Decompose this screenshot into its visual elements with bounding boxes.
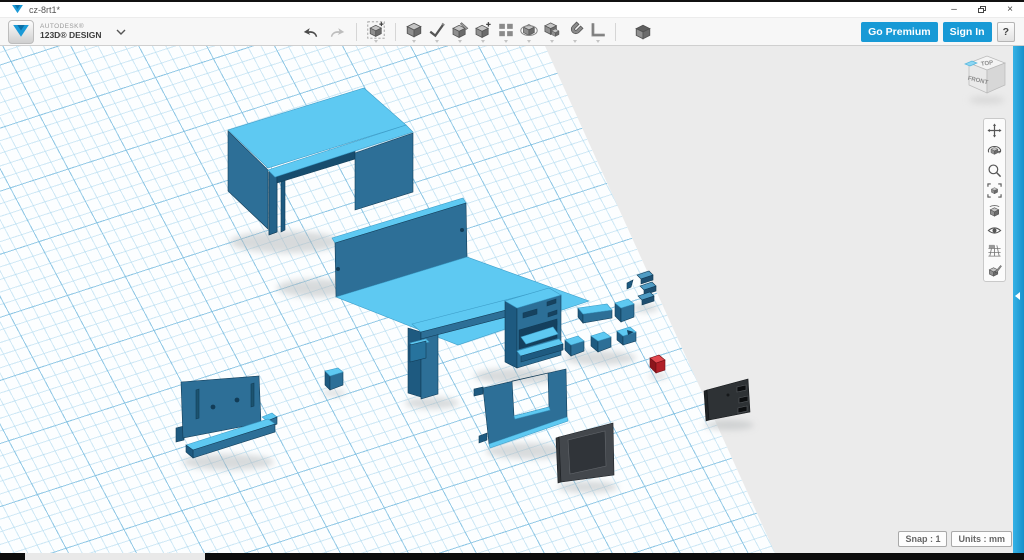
main-toolbar: AUTODESK® 123D® DESIGN: [0, 18, 1024, 46]
redo-button[interactable]: [324, 19, 350, 45]
window-title: cz-8rt1*: [29, 5, 60, 15]
dropdown-caret: [481, 40, 485, 43]
shaded-view-tool[interactable]: [985, 202, 1004, 218]
grid-settings-tool[interactable]: [985, 242, 1004, 258]
side-panel-expander[interactable]: [1013, 46, 1024, 553]
measure-tool[interactable]: [586, 19, 609, 45]
toolbar-separator: [356, 23, 357, 41]
toolbar-separator: [395, 23, 396, 41]
visibility-tool[interactable]: [985, 222, 1004, 238]
minimize-button[interactable]: –: [940, 2, 968, 17]
view-cube[interactable]: TOP FRONT: [965, 56, 1005, 104]
close-button[interactable]: ×: [996, 2, 1024, 17]
dropdown-caret: [412, 40, 416, 43]
sign-in-button[interactable]: Sign In: [943, 22, 992, 42]
undo-arrow-icon: [302, 24, 320, 40]
snap-setting[interactable]: Snap : 1: [898, 531, 947, 547]
app-logo-icon: [12, 5, 23, 14]
units-setting[interactable]: Units : mm: [951, 531, 1012, 547]
part-clip-plates[interactable]: [627, 271, 656, 305]
pattern-grid-icon: [497, 21, 515, 39]
undo-button[interactable]: [298, 19, 324, 45]
snap-magnet-icon: [566, 21, 584, 39]
part-screen-panel[interactable]: [556, 423, 614, 483]
dropdown-caret: [374, 40, 378, 43]
scene: TOP FRONT: [0, 46, 1024, 553]
restore-button[interactable]: [968, 2, 996, 17]
magnifier-icon: [987, 163, 1002, 178]
eye-icon: [987, 223, 1002, 238]
construct-tool[interactable]: [448, 19, 471, 45]
material-cube-icon: [634, 23, 652, 41]
redo-arrow-icon: [328, 24, 346, 40]
measure-ruler-icon: [589, 21, 607, 39]
grouping-cube-orbit-icon: [520, 21, 538, 39]
part-connector-cube-2[interactable]: [617, 327, 636, 345]
snap-tool[interactable]: [563, 19, 586, 45]
dropdown-caret: [596, 40, 600, 43]
modify-tool[interactable]: [471, 19, 494, 45]
modify-cube-plus-icon: [474, 21, 492, 39]
material-tool[interactable]: [630, 19, 656, 45]
sketch-tool[interactable]: [425, 19, 448, 45]
dropdown-caret: [504, 40, 508, 43]
pan-tool[interactable]: [985, 122, 1004, 138]
zoom-tool[interactable]: [985, 162, 1004, 178]
part-connector-bar[interactable]: [578, 304, 612, 323]
dropdown-caret: [458, 40, 462, 43]
titlebar: cz-8rt1* – ×: [0, 2, 1024, 18]
chevron-left-icon: [1015, 292, 1020, 300]
fit-brackets-icon: [987, 183, 1002, 198]
dropdown-caret: [527, 40, 531, 43]
chevron-down-icon: [116, 29, 126, 35]
orbit-icon: [987, 143, 1002, 158]
dropdown-caret: [573, 40, 577, 43]
app-window: cz-8rt1* – × AUTODESK® 123D® DESIGN: [0, 0, 1024, 560]
combine-tool[interactable]: [540, 19, 563, 45]
brand-triangle-icon: [13, 25, 29, 38]
part-small-block[interactable]: [325, 368, 343, 390]
pattern-tool[interactable]: [494, 19, 517, 45]
window-controls: – ×: [940, 2, 1024, 17]
transform-cube-icon: [367, 21, 385, 39]
transform-tool[interactable]: [363, 19, 389, 45]
paintbrush-cube-icon: [987, 263, 1002, 278]
statusbar: Snap : 1 Units : mm: [898, 531, 1012, 547]
grouping-tool[interactable]: [517, 19, 540, 45]
sketch-check-icon: [428, 21, 446, 39]
dropdown-caret: [550, 40, 554, 43]
grid-icon: [987, 243, 1002, 258]
primitives-cube-icon: [405, 21, 423, 39]
part-red-clip[interactable]: [650, 355, 665, 373]
app-logo-badge: [8, 20, 34, 44]
taskbar-segment: [25, 553, 205, 560]
construct-cube-pencil-icon: [451, 21, 469, 39]
orbit-tool[interactable]: [985, 142, 1004, 158]
shading-cube-icon: [987, 203, 1002, 218]
brand-text: AUTODESK® 123D® DESIGN: [40, 24, 102, 40]
taskbar-strip: [0, 553, 1024, 560]
combine-cubes-icon: [543, 21, 561, 39]
part-table-shell[interactable]: [228, 88, 413, 235]
help-button[interactable]: ?: [997, 22, 1015, 42]
part-mounting-bracket-rail[interactable]: [176, 376, 277, 458]
viewport-canvas[interactable]: TOP FRONT: [0, 46, 1024, 553]
primitives-tool[interactable]: [402, 19, 425, 45]
dropdown-caret: [435, 40, 439, 43]
pan-icon: [987, 123, 1002, 138]
zoom-fit-tool[interactable]: [985, 182, 1004, 198]
part-connector-cube-1[interactable]: [615, 299, 634, 322]
app-menu[interactable]: AUTODESK® 123D® DESIGN: [0, 20, 130, 44]
go-premium-button[interactable]: Go Premium: [861, 22, 937, 42]
part-connector-cube-3[interactable]: [591, 332, 611, 352]
account-area: Go Premium Sign In ?: [861, 22, 1024, 42]
part-io-back-panel[interactable]: [704, 379, 750, 421]
restore-boxes-icon: [978, 6, 986, 13]
toolbar-separator: [615, 23, 616, 41]
brand-product: 123D® DESIGN: [40, 31, 102, 40]
material-paint-tool[interactable]: [985, 262, 1004, 278]
view-toolbar: [983, 118, 1006, 282]
